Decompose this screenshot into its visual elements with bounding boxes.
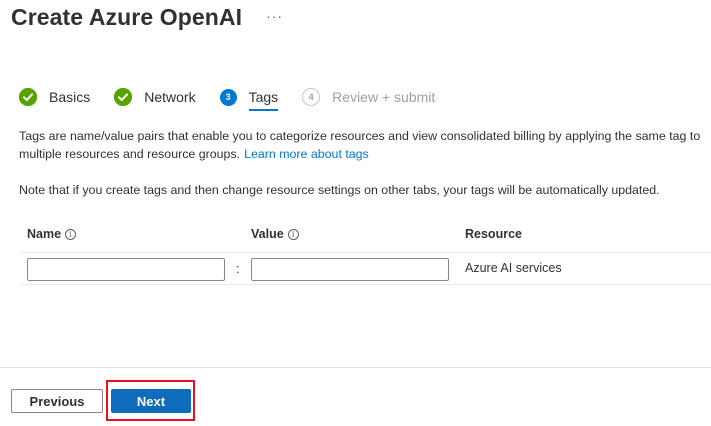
step-label: Network [144,89,196,105]
column-header-value: Value i [251,227,299,241]
step-network[interactable]: Network [114,88,196,106]
resource-cell: Azure AI services [465,261,562,275]
tag-name-input[interactable] [27,258,225,281]
name-value-separator: : [236,261,240,276]
table-row-divider [19,284,711,285]
learn-more-link[interactable]: Learn more about tags [244,147,369,161]
checkmark-circle-icon [19,88,37,106]
page-title: Create Azure OpenAI [11,4,243,30]
step-tags[interactable]: 3 Tags [219,86,279,111]
wizard-steps: Basics Network 3 Tags 4 Review + submit [19,86,459,111]
tags-note: Note that if you create tags and then ch… [19,183,660,197]
step-label: Tags [248,89,279,111]
column-header-name: Name i [27,227,77,241]
tag-value-input[interactable] [251,258,449,281]
next-button[interactable]: Next [111,389,191,413]
step-label: Review + submit [332,89,436,105]
step-number-badge: 4 [302,88,321,106]
previous-button[interactable]: Previous [11,389,103,413]
tags-description: Tags are name/value pairs that enable yo… [19,127,709,163]
table-header-divider [19,252,711,253]
checkmark-circle-icon [114,88,133,106]
footer-divider [0,367,711,368]
step-label: Basics [49,89,91,105]
step-number-badge: 3 [219,88,237,106]
column-header-resource: Resource [465,227,522,241]
column-header-label: Name [27,227,62,241]
info-icon[interactable]: i [287,228,299,240]
step-review-submit[interactable]: 4 Review + submit [302,88,435,106]
more-options-button[interactable]: ··· [266,8,283,24]
page-header: Create Azure OpenAI ··· [11,4,283,31]
step-basics[interactable]: Basics [19,88,90,106]
info-icon[interactable]: i [65,228,77,240]
column-header-label: Resource [465,227,522,241]
column-header-label: Value [251,227,284,241]
